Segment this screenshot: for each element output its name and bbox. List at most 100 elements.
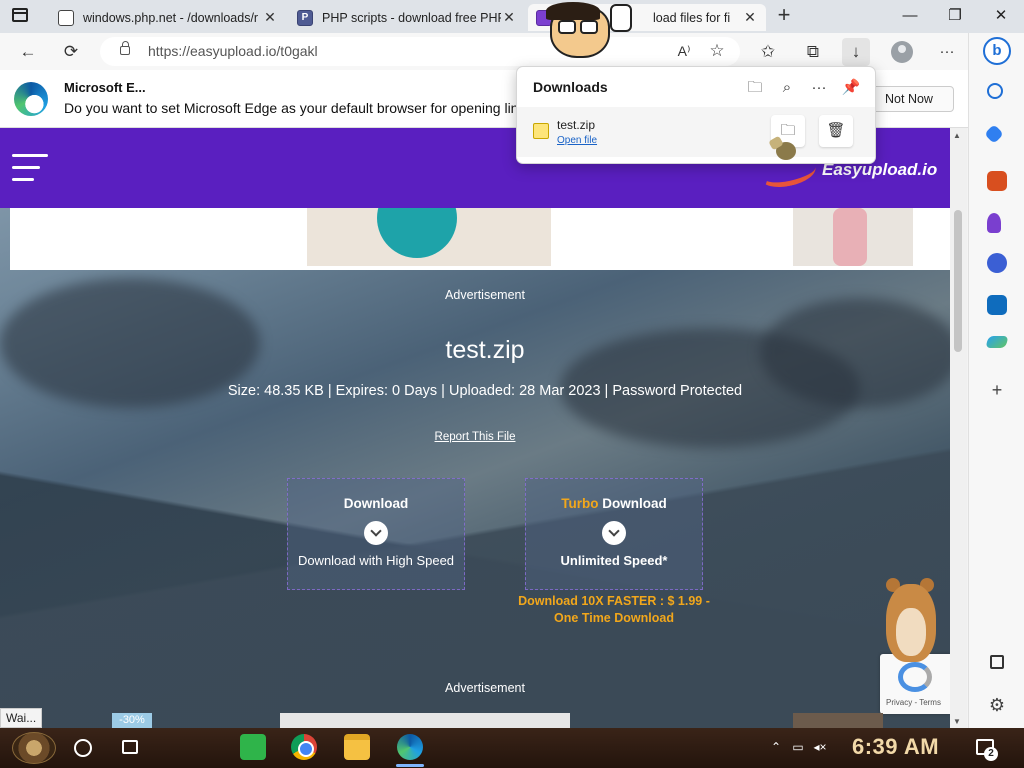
task-view-icon[interactable] [122,740,138,754]
banner-text: Do you want to set Microsoft Edge as you… [64,100,519,116]
pin-icon[interactable]: 📌 [840,77,862,99]
turbo-promo-line: One Time Download [554,611,674,625]
chrome-icon[interactable] [291,734,317,760]
profile-avatar[interactable] [891,41,913,63]
turbo-promo-text: Download 10X FASTER : $ 1.99 - One Time … [510,593,718,627]
hide-sidebar-icon[interactable] [990,655,1004,669]
show-hidden-icons-icon[interactable]: ⌃ [768,740,784,754]
downloads-more-options-icon[interactable]: ··· [808,77,830,99]
browser-toolbar: ← ⟳ https://easyupload.io/t0gakl A⁾ ☆ ✩ … [0,33,968,70]
report-file-label[interactable]: Report This File [435,431,516,443]
banner-title: Microsoft E... [64,80,146,95]
favorites-button[interactable]: ✩ [754,38,782,66]
downloads-button[interactable]: ↓ [842,38,870,66]
top-ad-banner[interactable] [10,208,950,270]
tab-close-icon[interactable]: ✕ [262,9,278,26]
chevron-down-icon [364,521,388,545]
download-button[interactable]: Download Download with High Speed [287,478,465,590]
refresh-button[interactable]: ⟳ [57,38,85,66]
glasses-lens [558,20,576,34]
clock[interactable]: 6:39 AM [852,734,939,760]
lock-icon[interactable] [120,41,130,55]
edge-sidebar: b + ⚙ [968,33,1024,728]
scroll-down-arrow-icon[interactable]: ▼ [953,717,961,726]
file-name: test.zip [445,336,525,364]
ad-image-model[interactable] [793,208,913,266]
open-file-link[interactable]: Open file [557,135,597,146]
file-meta: Size: 48.35 KB | Expires: 0 Days | Uploa… [227,383,743,399]
downloads-title: Downloads [533,79,608,95]
download-subtitle: Download with High Speed [297,553,455,568]
notification-count-badge: 2 [984,747,998,761]
read-aloud-icon[interactable]: A⁾ [670,37,698,65]
hamburger-menu-icon[interactable] [12,154,48,182]
advertisement-label: Advertisement [445,288,525,302]
volume-muted-icon[interactable]: ◂× [812,740,828,754]
discount-badge[interactable]: -30% [112,713,152,728]
new-tab-button[interactable]: + [772,4,796,27]
network-icon[interactable]: ▭ [790,740,806,754]
settings-more-button[interactable]: ··· [933,38,961,66]
maximize-button[interactable]: ❐ [940,5,970,27]
open-downloads-folder-icon[interactable]: 🗀 [744,77,766,99]
cartoon-face-overlay-icon [540,2,632,60]
edge-icon[interactable] [397,734,423,760]
scrollbar-thumb[interactable] [954,210,962,352]
scroll-up-arrow-icon[interactable]: ▲ [953,131,961,140]
sticky-notes-icon[interactable] [240,734,266,760]
turbo-download-button[interactable]: Turbo Download Unlimited Speed* [525,478,703,590]
page-scrollbar[interactable]: ▲ ▼ [950,128,967,728]
tools-icon[interactable] [987,171,1007,191]
outlook-icon[interactable] [987,295,1007,315]
bottom-ad-image[interactable] [793,713,883,728]
minimize-button[interactable]: — [895,5,925,27]
face-hand [610,4,632,32]
file-explorer-icon[interactable] [344,734,370,760]
download-item[interactable]: test.zip Open file 🗀 🗑 [517,107,875,157]
turbo-promo-line: Download 10X FASTER : $ 1.99 - [518,594,710,608]
report-file-link[interactable]: Report This File [0,431,950,443]
delete-icon[interactable]: 🗑 [819,115,853,147]
bird-cursor-icon [770,138,800,166]
sidebar-settings-gear-icon[interactable]: ⚙ [987,695,1007,715]
microsoft365-icon[interactable] [987,253,1007,273]
bing-chat-icon[interactable]: b [983,37,1011,65]
add-favorite-icon[interactable]: ☆ [703,37,731,65]
bottom-ad-image[interactable] [280,713,570,728]
tab-windows-php[interactable]: windows.php.net - /downloads/r ✕ [50,4,286,31]
hamster-belly [896,608,926,656]
search-icon[interactable] [987,83,1003,99]
tab-strip: windows.php.net - /downloads/r ✕ P PHP s… [0,0,1024,33]
search-downloads-icon[interactable]: ⌕ [776,77,798,99]
tab-label: windows.php.net - /downloads/r [83,10,259,25]
drop-icon[interactable] [985,336,1009,348]
recaptcha-text[interactable]: Privacy - Terms [886,698,941,707]
add-sidebar-app-icon[interactable]: + [987,380,1007,400]
download-title: Download [343,496,409,511]
glasses-lens [580,20,598,34]
turbo-accent: Turbo [561,496,599,511]
address-bar[interactable]: https://easyupload.io/t0gakl A⁾ ☆ [100,37,740,66]
tab-label: PHP scripts - download free PHP [322,10,501,25]
close-window-button[interactable]: ✕ [986,5,1016,27]
url-text[interactable]: https://easyupload.io/t0gakl [148,43,318,59]
page-icon [58,9,74,26]
not-now-button[interactable]: Not Now [864,86,954,112]
search-icon[interactable] [74,739,92,757]
php-icon: P [297,9,313,26]
start-button-icon[interactable] [12,732,56,764]
download-file-name: test.zip [557,118,596,132]
tab-close-icon[interactable]: ✕ [742,9,758,26]
active-app-indicator [396,764,424,767]
tab-php-scripts[interactable]: P PHP scripts - download free PHP ✕ [289,4,525,31]
shopping-tag-icon[interactable] [984,124,1004,144]
ad-image-shoe[interactable] [307,208,551,266]
collections-button[interactable]: ⧉ [799,38,827,66]
downloads-flyout: Downloads 🗀 ⌕ ··· 📌 test.zip Open file 🗀… [516,66,876,164]
games-icon[interactable] [987,213,1001,233]
tab-actions-menu-icon[interactable] [12,8,28,22]
face-hair [546,2,600,20]
tab-close-icon[interactable]: ✕ [501,9,517,26]
turbo-subtitle: Unlimited Speed* [560,553,668,568]
back-button[interactable]: ← [14,38,42,66]
